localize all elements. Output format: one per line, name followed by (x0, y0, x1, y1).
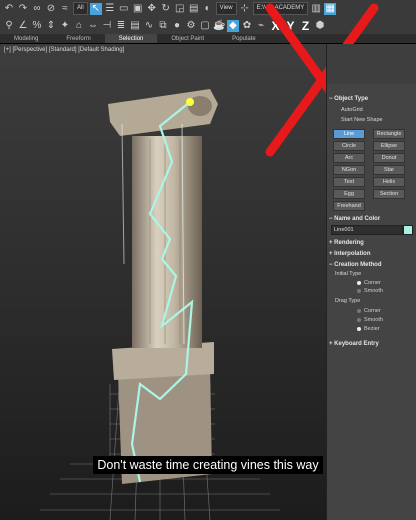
keyboard-entry-rollout[interactable]: + Keyboard Entry (329, 341, 415, 347)
layers-icon[interactable]: ≣ (115, 20, 127, 32)
perspective-viewport[interactable]: [+] [Perspective] [Standard] [Default Sh… (0, 44, 326, 520)
drag-corner-radio[interactable]: Corner (357, 308, 381, 314)
link-icon[interactable]: ∞ (31, 3, 43, 15)
snap-icon[interactable]: ◐ (202, 3, 214, 15)
arc-button[interactable]: Arc (333, 153, 365, 163)
axis-x-button[interactable]: X (269, 18, 282, 34)
scale-icon[interactable]: ◲ (174, 3, 186, 15)
ngon-button[interactable]: NGon (333, 165, 365, 175)
scene-explorer-icon[interactable]: ▤ (129, 20, 141, 32)
pivot-icon[interactable]: ⊹ (239, 3, 251, 15)
name-and-color-header[interactable]: − Name and Color (329, 216, 415, 222)
select-object-icon[interactable]: ↖ (89, 2, 102, 15)
bind-spacewarp-icon[interactable]: ≈ (59, 3, 71, 15)
initial-smooth-radio[interactable]: Smooth (357, 288, 383, 294)
ribbon-tabs: Modeling Freeform Selection Object Paint… (0, 34, 416, 43)
egg-button[interactable]: Egg (333, 189, 365, 199)
rb-plugin-icon[interactable]: ◆ (227, 19, 239, 32)
rectangle-button[interactable]: Rectangle (373, 129, 405, 139)
unlink-icon[interactable]: ⊘ (45, 3, 57, 15)
drag-bezier-radio[interactable]: Bezier (357, 326, 380, 332)
circle-button[interactable]: Circle (333, 141, 365, 151)
schematic-icon[interactable]: ⧉ (157, 20, 169, 32)
helix-button[interactable]: Helix (373, 177, 405, 187)
main-toolbar: ↶ ↷ ∞ ⊘ ≈ All ↖ ☰ ▭ ▣ ✥ ↻ ◲ ▤ ◐ View ⊹ E… (0, 0, 416, 35)
mirror-icon[interactable]: ⇔ (87, 20, 99, 32)
rotate-icon[interactable]: ↻ (160, 3, 172, 15)
spline-vertex-marker (186, 98, 194, 106)
snaps-toggle-icon[interactable]: ⚲ (3, 20, 15, 32)
material-editor-icon[interactable]: ● (171, 20, 183, 32)
named-selection-icon[interactable]: ⌂ (73, 20, 85, 32)
workspace-dropdown[interactable]: E:\VIZ ACADEMY (252, 2, 309, 15)
tab-selection[interactable]: Selection (104, 34, 158, 43)
view-dropdown[interactable]: View (215, 2, 237, 15)
scene-render (40, 89, 280, 520)
donut-button[interactable]: Donut (373, 153, 405, 163)
move-icon[interactable]: ✥ (146, 3, 158, 15)
rectangle-selection-icon[interactable]: ▭ (118, 3, 130, 15)
command-panel-tabs[interactable] (327, 44, 416, 84)
subtitle-text: Don't waste time creating vines this way (93, 456, 323, 474)
select-by-name-icon[interactable]: ☰ (104, 3, 116, 15)
tab-freeform[interactable]: Freeform (52, 34, 104, 43)
extra-tool-icon[interactable]: ⬢ (314, 20, 326, 32)
autogrid-checkbox[interactable]: AutoGrid (341, 107, 363, 113)
spinner-snap-icon[interactable]: ⇕ (45, 20, 57, 32)
ellipse-button[interactable]: Ellipse (373, 141, 405, 151)
tab-populate[interactable]: Populate (218, 34, 270, 43)
axis-z-button[interactable]: Z (299, 18, 312, 34)
redo-icon[interactable]: ↷ (17, 3, 29, 15)
tab-object-paint[interactable]: Object Paint (157, 34, 218, 43)
selection-filter-dropdown[interactable]: All (73, 2, 88, 15)
plugin-icon[interactable]: ✿ (241, 20, 253, 32)
object-color-swatch[interactable] (403, 225, 413, 235)
curve-editor-icon[interactable]: ∿ (143, 20, 155, 32)
creation-method-header[interactable]: − Creation Method (329, 262, 415, 268)
axis-y-button[interactable]: Y (284, 18, 297, 34)
initial-type-label: Initial Type (335, 271, 362, 277)
object-type-header[interactable]: − Object Type (329, 96, 415, 102)
script-icon[interactable]: ⌁ (255, 20, 267, 32)
tab-modeling[interactable]: Modeling (0, 34, 52, 43)
text-button[interactable]: Text (333, 177, 365, 187)
align-icon[interactable]: ⊣ (101, 20, 113, 32)
render-setup-icon[interactable]: ⚙ (185, 20, 197, 32)
start-new-shape-checkbox[interactable]: Start New Shape (341, 117, 383, 123)
freehand-button[interactable]: Freehand (333, 201, 365, 211)
percent-snap-icon[interactable]: % (31, 20, 43, 32)
drag-type-label: Drag Type (335, 298, 361, 304)
render-icon[interactable]: ☕ (213, 20, 225, 32)
line-button[interactable]: Line (333, 129, 365, 139)
initial-corner-radio[interactable]: Corner (357, 280, 381, 286)
undo-icon[interactable]: ↶ (3, 3, 15, 15)
render-frame-icon[interactable]: ▢ (199, 20, 211, 32)
window-crossing-icon[interactable]: ▣ (132, 3, 144, 15)
command-panel: − Object Type AutoGrid Start New Shape L… (326, 44, 416, 520)
section-button[interactable]: Section (373, 189, 405, 199)
star-button[interactable]: Star (373, 165, 405, 175)
angle-snap-icon[interactable]: ∠ (17, 20, 29, 32)
rendering-rollout[interactable]: + Rendering (329, 240, 415, 246)
interpolation-rollout[interactable]: + Interpolation (329, 251, 415, 257)
viewport-layout-icon[interactable]: ▦ (324, 2, 337, 15)
place-icon[interactable]: ▤ (188, 3, 200, 15)
object-name-field[interactable]: Line001 (331, 225, 403, 235)
drag-smooth-radio[interactable]: Smooth (357, 317, 383, 323)
layout-icon[interactable]: ▥ (310, 3, 322, 15)
star-icon[interactable]: ✦ (59, 20, 71, 32)
